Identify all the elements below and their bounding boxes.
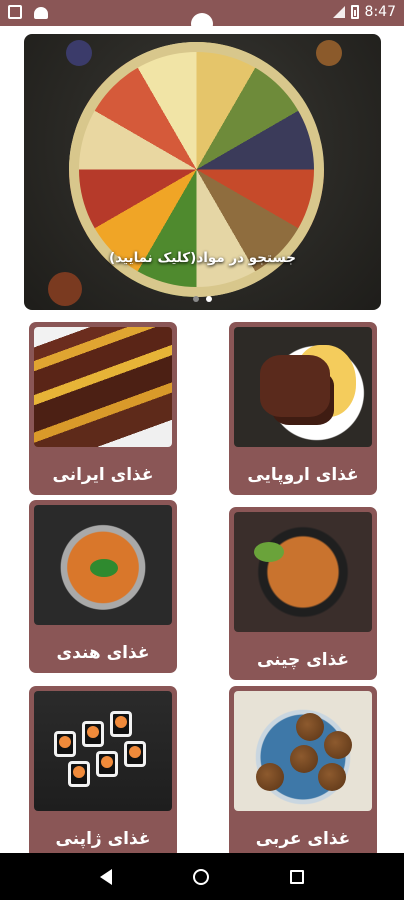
pull-handle[interactable]	[191, 13, 213, 35]
category-label: غذای ایرانی	[52, 465, 154, 485]
iranian-kebab-image	[34, 327, 172, 447]
category-label: غذای اروپایی	[247, 465, 359, 485]
banner-caption: جستجو در مواد(کلیک نمایید)	[109, 250, 296, 266]
sushi-image	[124, 741, 146, 767]
category-card-chinese[interactable]: غذای چینی	[229, 507, 377, 680]
signal-icon	[332, 6, 345, 18]
android-icon	[34, 7, 48, 19]
category-label: غذای ژاپنی	[55, 829, 151, 849]
square-icon	[8, 5, 22, 19]
category-card-arabic[interactable]: غذای عربی	[229, 686, 377, 859]
japanese-sushi-image	[34, 691, 172, 811]
ingredient-search-banner[interactable]: جستجو در مواد(کلیک نمایید)	[24, 34, 381, 310]
category-card-iranian[interactable]: غذای ایرانی	[29, 322, 177, 495]
category-card-european[interactable]: غذای اروپایی	[229, 322, 377, 495]
chinese-noodles-image	[234, 512, 372, 632]
arabic-falafel-image	[234, 691, 372, 811]
falafel-image	[324, 731, 352, 759]
category-label: غذای چینی	[256, 650, 350, 670]
european-dish-image	[234, 327, 372, 447]
sushi-image	[82, 721, 104, 747]
back-icon[interactable]	[100, 868, 113, 885]
indian-rice-image	[34, 505, 172, 625]
category-card-japanese[interactable]: غذای ژاپنی	[29, 686, 177, 859]
battery-icon	[350, 5, 359, 19]
sushi-image	[110, 711, 132, 737]
falafel-image	[290, 745, 318, 773]
falafel-image	[296, 713, 324, 741]
home-icon[interactable]	[192, 868, 209, 885]
category-label: غذای هندی	[56, 643, 150, 663]
spice-bowl-image	[316, 40, 342, 66]
carousel-dot-1[interactable]	[193, 296, 199, 302]
clock: 8:47	[364, 4, 396, 20]
sushi-image	[68, 761, 90, 787]
carousel-indicator	[24, 296, 381, 302]
carousel-dot-2[interactable]	[206, 296, 212, 302]
falafel-image	[256, 763, 284, 791]
sushi-image	[96, 751, 118, 777]
category-label: غذای عربی	[255, 829, 351, 849]
sushi-image	[54, 731, 76, 757]
system-nav-bar	[0, 853, 404, 900]
falafel-image	[318, 763, 346, 791]
category-card-indian[interactable]: غذای هندی	[29, 500, 177, 673]
recent-apps-icon[interactable]	[289, 869, 304, 884]
berries-bowl-image	[66, 40, 92, 66]
